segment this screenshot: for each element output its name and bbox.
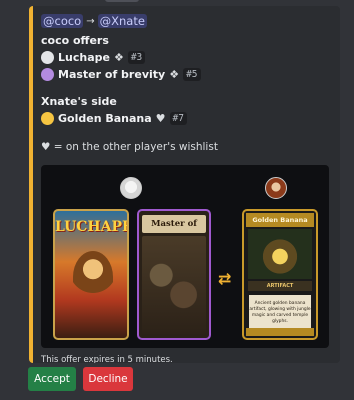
sender-avatar [120, 177, 142, 199]
trade-preview-image[interactable]: LUCHAPE Master of Brevity ⇄ Golden Banan… [41, 165, 329, 348]
card-name: Master of brevity [58, 68, 166, 81]
card-master-of-brevity-image: Master of Brevity [137, 209, 211, 340]
sender-mention[interactable]: @coco [41, 14, 84, 28]
monkey-illustration [73, 251, 113, 303]
mention-line: @coco → @Xnate [41, 12, 330, 30]
recipient-avatar [265, 177, 287, 199]
wishlist-heart-icon: ♥ [155, 112, 166, 125]
card-art-title: LUCHAPE [55, 219, 129, 235]
wishlist-note: ♥ = on the other player's wishlist [41, 141, 218, 153]
card-rarity-dot-icon [41, 112, 54, 125]
card-rarity-dot-icon [41, 51, 54, 64]
previous-message-stub [105, 0, 139, 2]
swap-arrows-icon: ⇄ [218, 269, 232, 288]
receive-title: Xnate's side [41, 95, 117, 108]
card-footer [246, 328, 314, 336]
card-name: Luchape [58, 51, 110, 64]
card-id-badge: #7 [169, 112, 187, 125]
accept-button[interactable]: Accept [28, 367, 76, 391]
card-id-badge: #5 [183, 68, 201, 81]
offer-title: coco offers [41, 34, 109, 47]
card-rarity-dot-icon [41, 68, 54, 81]
card-art-title: Golden Banana [246, 213, 314, 227]
card-name: Golden Banana [58, 112, 152, 125]
card-flavor-text: Ancient golden banana artifact, glowing … [249, 295, 311, 329]
offer-card-row: Master of brevity ❖ #5 [41, 66, 330, 83]
card-art-title: Master of Brevity [142, 215, 206, 247]
banana-illustration [248, 229, 312, 279]
card-id-badge: #3 [127, 51, 146, 64]
decline-button[interactable]: Decline [83, 367, 133, 391]
receive-card-row: Golden Banana ♥ #7 [41, 110, 330, 127]
offer-card-row: Luchape ❖ #3 [41, 49, 330, 66]
card-luchape-image: LUCHAPE [53, 209, 129, 340]
raccoon-illustration [142, 236, 206, 334]
arrow-icon: → [86, 15, 95, 27]
recipient-mention[interactable]: @Xnate [97, 14, 147, 28]
card-type-line: ARTIFACT [248, 281, 312, 291]
expiry-footer: This offer expires in 5 minutes. [41, 355, 173, 363]
card-marker: ❖ [169, 68, 180, 81]
trade-offer-embed: @coco → @Xnate coco offers Luchape ❖ #3 … [29, 6, 340, 363]
card-marker: ❖ [113, 51, 124, 64]
card-golden-banana-image: Golden Banana ARTIFACT Ancient golden ba… [242, 209, 318, 340]
